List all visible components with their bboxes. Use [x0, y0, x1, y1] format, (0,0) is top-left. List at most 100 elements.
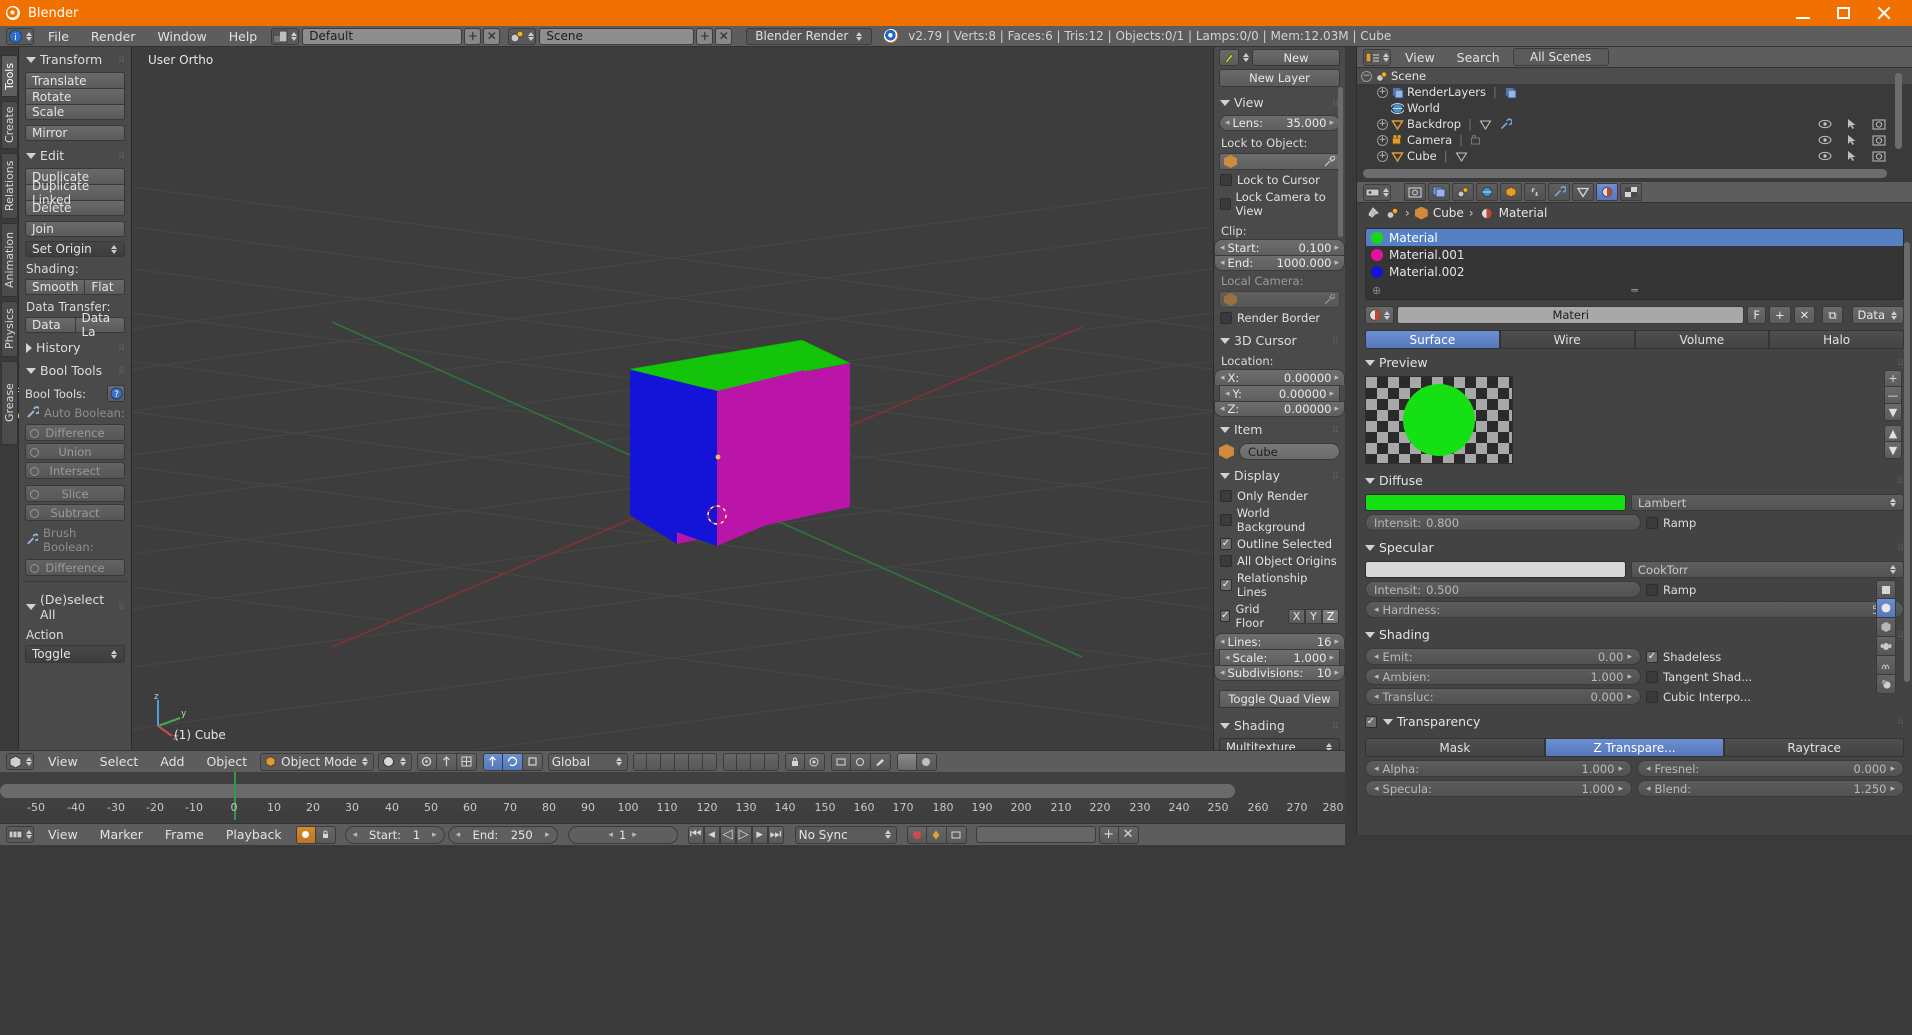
chevron-left-icon[interactable]: ◂ — [1220, 243, 1225, 253]
preview-render-icon[interactable] — [916, 752, 937, 771]
pivot-point-icon[interactable] — [416, 752, 437, 771]
chevron-left-icon[interactable]: ◂ — [1220, 637, 1225, 647]
new-layer-button[interactable]: New Layer — [1219, 69, 1340, 87]
chevron-right-icon[interactable]: ▸ — [545, 830, 550, 840]
specular-ramp-checkbox[interactable] — [1646, 583, 1658, 596]
camera-render-icon[interactable] — [1872, 118, 1886, 130]
preview-hair-icon[interactable] — [1876, 656, 1896, 675]
insert-keyframe-icon[interactable]: + — [1098, 825, 1119, 844]
record-icon[interactable] — [906, 825, 927, 844]
tab-relations[interactable]: Relations — [1, 153, 18, 219]
layer-6-button[interactable] — [702, 752, 717, 771]
move-slot-up-button[interactable]: ▲ — [1884, 425, 1902, 442]
panel-header-view[interactable]: View ⦙⦙ — [1214, 90, 1345, 113]
translate-manipulator-icon[interactable] — [482, 752, 503, 771]
outliner-filter-dropdown[interactable]: All Scenes — [1512, 48, 1609, 66]
diffuse-shader-dropdown[interactable]: Lambert — [1631, 494, 1904, 511]
world-background-checkbox[interactable] — [1220, 514, 1232, 526]
editor-type-selector-info[interactable]: i — [6, 27, 34, 45]
tab-grease-pencil[interactable]: Grease Pencil — [1, 361, 29, 445]
chevron-right-icon[interactable]: ▸ — [1890, 784, 1895, 794]
layer-10-button[interactable] — [764, 752, 779, 771]
timeline-horizontal-scrollbar[interactable] — [0, 784, 1235, 798]
chevron-left-icon[interactable]: ◂ — [608, 830, 613, 840]
panel-header-display[interactable]: Display ⦙⦙ — [1214, 463, 1345, 486]
panel-header-3d-cursor[interactable]: 3D Cursor ⦙⦙ — [1214, 328, 1345, 351]
chevron-left-icon[interactable]: ◂ — [353, 830, 358, 840]
panel-header-deselect-all[interactable]: (De)select All ⦙⦙ — [19, 587, 131, 625]
auto-slice-button[interactable]: Slice — [25, 485, 125, 502]
new-button[interactable]: New — [1252, 49, 1340, 66]
chevron-left-icon[interactable]: ◂ — [1646, 764, 1651, 774]
camera-render-icon[interactable] — [1872, 134, 1886, 146]
scene-selector[interactable] — [508, 27, 537, 45]
render-border-checkbox[interactable] — [1220, 312, 1232, 324]
breadcrumb-material[interactable]: Material — [1499, 206, 1548, 220]
chevron-right-icon[interactable]: ▸ — [1334, 404, 1339, 414]
ambient-field[interactable]: ◂ Ambien: 1.000 ▸ — [1365, 668, 1641, 685]
tab-mask[interactable]: Mask — [1365, 738, 1545, 757]
timeline-menu-marker[interactable]: Marker — [89, 825, 154, 844]
breadcrumb-object[interactable]: Cube — [1433, 206, 1464, 220]
outline-selected-checkbox[interactable] — [1220, 538, 1232, 550]
add-material-slot-button[interactable]: + — [1884, 370, 1902, 387]
lock-to-object-field[interactable] — [1219, 153, 1340, 170]
tab-scene[interactable] — [1452, 183, 1474, 201]
rotate-button[interactable]: Rotate — [25, 88, 125, 104]
add-scene-button[interactable]: + — [696, 27, 714, 45]
shadeless-row[interactable]: Shadeless — [1646, 648, 1904, 665]
npanel-scrollbar[interactable] — [1338, 87, 1343, 237]
editor-type-selector-outliner[interactable] — [1363, 48, 1391, 66]
delete-layout-button[interactable]: ✕ — [483, 27, 501, 45]
shading-method-dropdown[interactable]: Multitexture — [1219, 738, 1340, 750]
cursor-select-icon[interactable] — [1846, 134, 1858, 146]
layer-3-button[interactable] — [660, 752, 675, 771]
grid-axis-y[interactable]: Y — [1305, 608, 1322, 624]
viewport-shading-dropdown[interactable] — [377, 752, 412, 771]
add-slot-icon[interactable]: ⊕ — [1372, 284, 1381, 297]
chevron-right-icon[interactable]: ▸ — [1334, 373, 1339, 383]
lock-timeline-icon[interactable] — [315, 825, 336, 844]
expand-icon[interactable]: + — [1377, 150, 1388, 162]
only-render-checkbox[interactable] — [1220, 490, 1232, 502]
new-material-button[interactable]: + — [1769, 306, 1791, 324]
lock-scene-icon[interactable] — [784, 752, 805, 771]
panel-header-edit[interactable]: Edit ⦙⦙ — [19, 143, 131, 166]
collapse-icon[interactable]: − — [1361, 70, 1372, 82]
panel-header-transparency[interactable]: Transparency ⦙⦙ — [1357, 708, 1912, 732]
chevron-right-icon[interactable]: ▸ — [1627, 692, 1632, 702]
expand-icon[interactable]: + — [1377, 86, 1388, 98]
keying-menu-icon[interactable] — [946, 825, 967, 844]
action-dropdown[interactable]: Toggle — [25, 645, 125, 663]
outliner-row-scene[interactable]: − Scene — [1357, 68, 1912, 84]
cursor-select-icon[interactable] — [1846, 118, 1858, 130]
panel-header-shading[interactable]: Shading ⦙⦙ — [1214, 713, 1345, 736]
interaction-mode-dropdown[interactable]: Object Mode — [260, 752, 374, 771]
preview-monkey-icon[interactable] — [1876, 637, 1896, 656]
chevron-left-icon[interactable]: ◂ — [1374, 672, 1379, 682]
chevron-right-icon[interactable]: ▸ — [1334, 243, 1339, 253]
viewport-menu-object[interactable]: Object — [195, 752, 258, 771]
keying-set-field[interactable] — [975, 826, 1096, 843]
chevron-left-icon[interactable]: ◂ — [456, 830, 461, 840]
chevron-left-icon[interactable]: ◂ — [1374, 652, 1379, 662]
chevron-right-icon[interactable]: ▸ — [1334, 637, 1339, 647]
timeline-menu-frame[interactable]: Frame — [154, 825, 215, 844]
set-origin-dropdown[interactable]: Set Origin — [25, 241, 125, 257]
data-layout-button[interactable]: Data La — [74, 311, 125, 339]
auto-difference-button[interactable]: Difference — [25, 424, 125, 441]
previous-keyframe-icon[interactable]: ◂ — [703, 825, 720, 844]
expand-icon[interactable]: + — [1377, 134, 1388, 146]
add-layout-button[interactable]: + — [464, 27, 482, 45]
emit-field[interactable]: ◂ Emit: 0.00 ▸ — [1365, 648, 1641, 665]
data-link-dropdown[interactable]: Data — [1851, 306, 1904, 324]
grid-scale-field[interactable]: ◂ Scale: 1.000 ▸ — [1219, 649, 1340, 665]
lock-to-cursor-row[interactable]: Lock to Cursor — [1220, 173, 1339, 187]
transluc-field[interactable]: ◂ Transluc: 0.000 ▸ — [1365, 688, 1641, 705]
tab-modifiers[interactable] — [1548, 183, 1570, 201]
tab-z-transparency[interactable]: Z Transpare... — [1544, 738, 1725, 757]
outliner-row-cube[interactable]: + Cube | — [1357, 148, 1912, 164]
material-slot-list[interactable]: Material Material.001 Material.002 ⊕ ═ — [1365, 228, 1904, 300]
specular-ramp-row[interactable]: Ramp — [1646, 581, 1904, 598]
opengl-render-icon[interactable] — [850, 752, 871, 771]
